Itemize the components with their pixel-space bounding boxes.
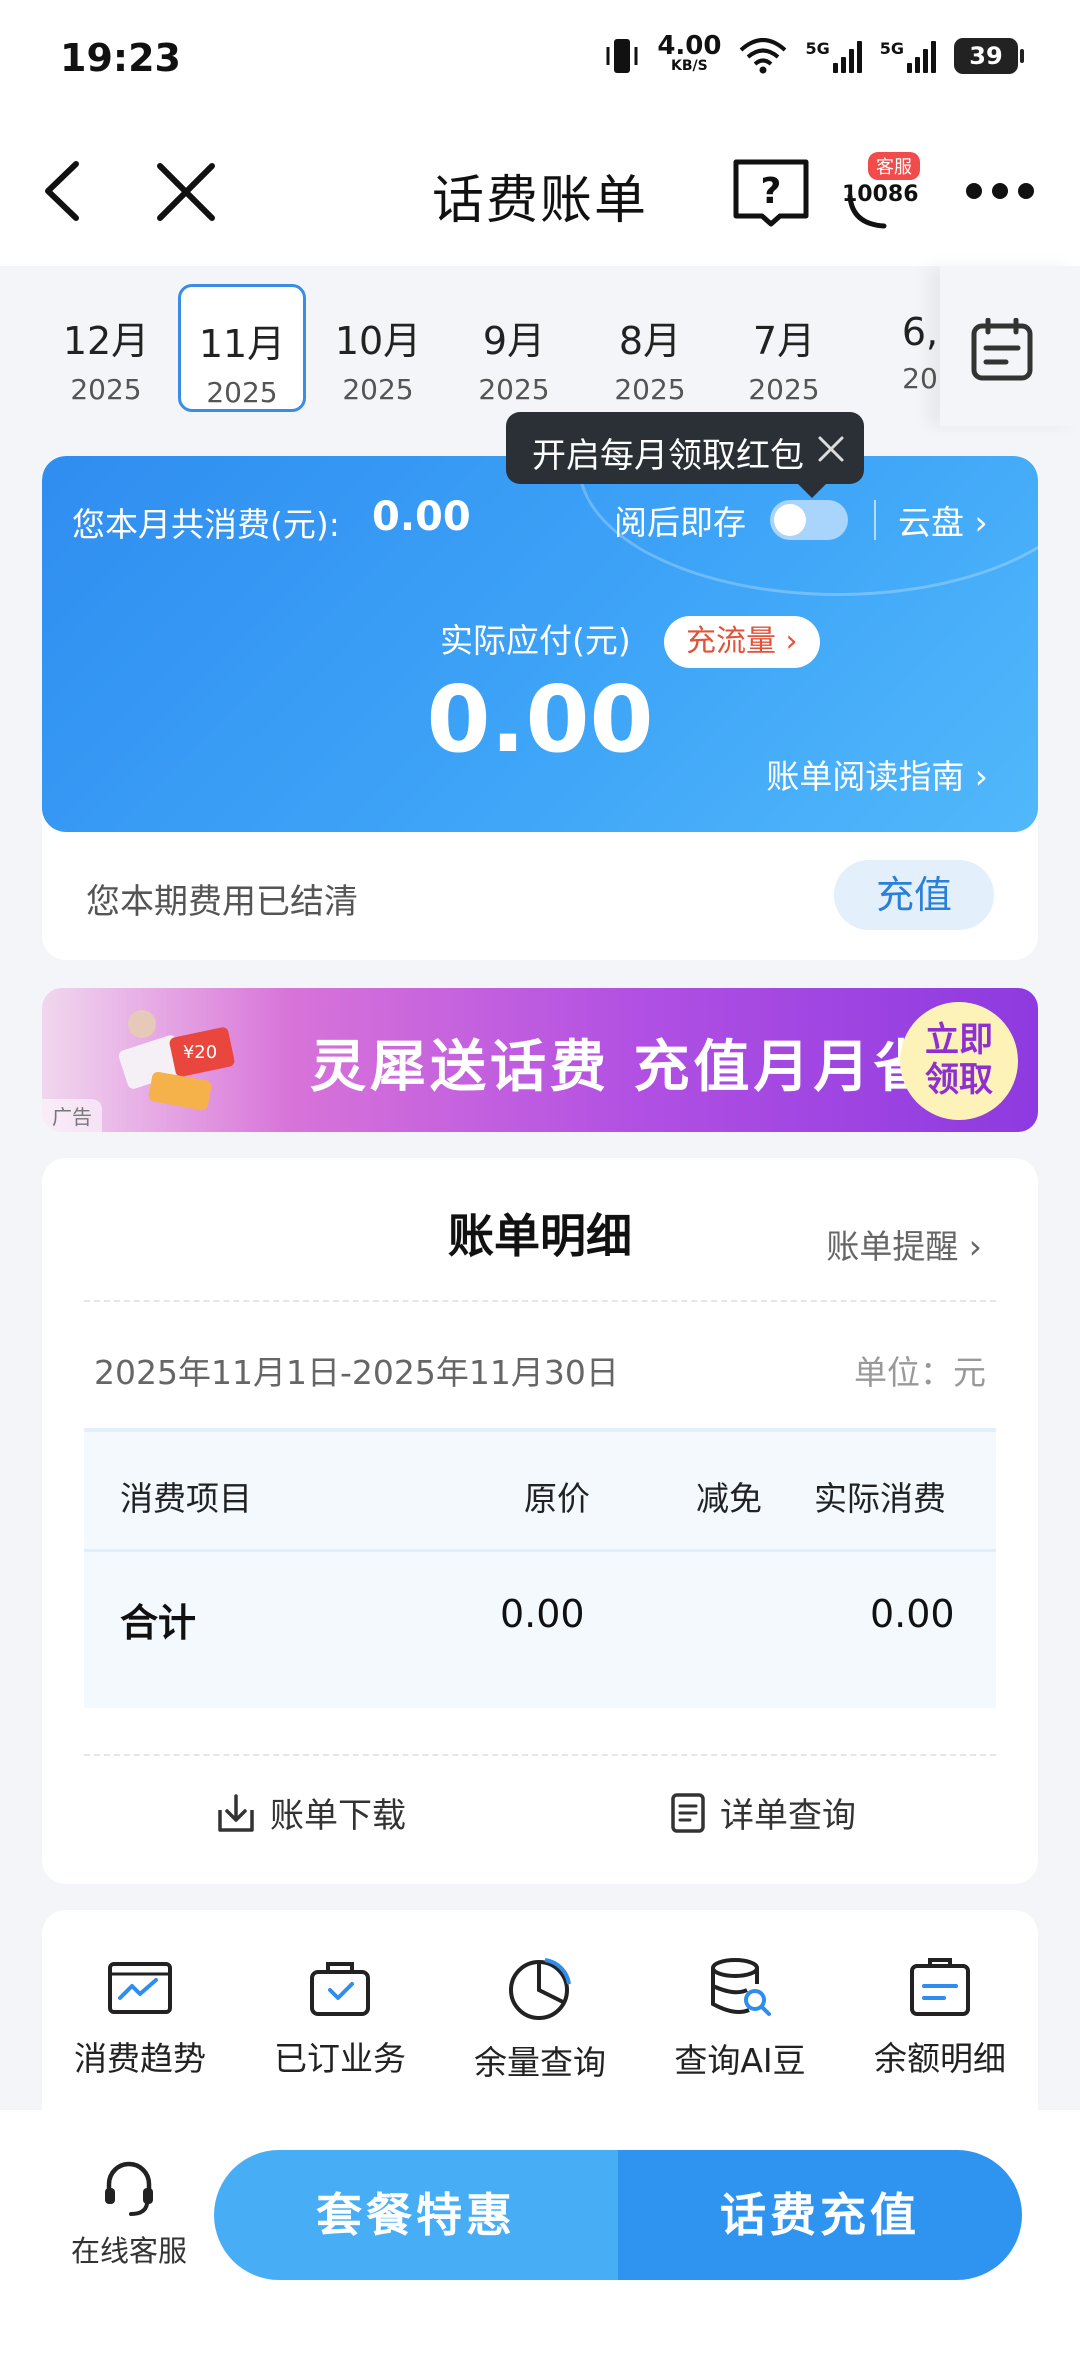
consumption-trend-shortcut[interactable]: 消费趋势: [50, 1956, 230, 2080]
bill-reading-guide-link[interactable]: 账单阅读指南 ›: [766, 750, 988, 798]
claim-now-button[interactable]: 立即 领取: [900, 1002, 1018, 1120]
recharge-button[interactable]: 充值: [834, 860, 994, 930]
svg-text:¥20: ¥20: [183, 1042, 217, 1063]
ai-beans-query-shortcut[interactable]: 查询AI豆: [650, 1956, 830, 2082]
subscribed-services-shortcut[interactable]: 已订业务: [250, 1956, 430, 2080]
total-consumption-value: 0.00: [372, 494, 471, 540]
bill-summary-panel: 您本月共消费(元): 0.00 阅后即存 云盘 › 实际应付(元) 充流量 › …: [42, 456, 1038, 832]
net-speed: 4.00 KB/S: [657, 31, 722, 74]
bill-summary-card: 您本月共消费(元): 0.00 阅后即存 云盘 › 实际应付(元) 充流量 › …: [42, 456, 1038, 960]
table-header: 消费项目 原价 减免 实际消费: [84, 1432, 996, 1552]
column-header: 消费项目: [120, 1479, 252, 1518]
calendar-button[interactable]: [940, 266, 1080, 426]
close-icon[interactable]: [816, 434, 846, 464]
phone-bill-topup-button[interactable]: 话费充值: [618, 2150, 1022, 2280]
actual-payable-label: 实际应付(元): [440, 621, 631, 660]
package-offers-button[interactable]: 套餐特惠: [214, 2150, 618, 2280]
cloud-drive-link[interactable]: 云盘 ›: [898, 496, 988, 544]
help-book-icon[interactable]: ?: [732, 156, 810, 228]
auto-save-label: 阅后即存: [614, 503, 746, 542]
column-header: 减免: [696, 1479, 762, 1518]
status-icons: 4.00 KB/S 5G 5G 39: [605, 31, 1024, 76]
total-consumption-label: 您本月共消费(元):: [72, 505, 340, 544]
trend-icon: [108, 1962, 172, 2014]
top-up-data-button[interactable]: 充流量 ›: [664, 616, 820, 668]
red-packet-tooltip: 开启每月领取红包: [506, 412, 864, 498]
service-shortcuts: 消费趋势 已订业务 余量查询 查询AI豆 余额明细: [42, 1910, 1038, 2110]
ad-text: 灵犀送话费 充值月月省: [310, 1035, 934, 1100]
unit-label: 单位：元: [854, 1353, 986, 1392]
ad-banner[interactable]: ¥20 灵犀送话费 充值月月省 立即 领取 广告: [42, 988, 1038, 1132]
status-bar: 19:23 4.00 KB/S 5G 5G 39: [0, 0, 1080, 116]
column-header: 原价: [524, 1479, 590, 1518]
bill-detail-table: 消费项目 原价 减免 实际消费 合计 0.00 0.00: [84, 1428, 996, 1708]
phone-icon: [847, 193, 887, 229]
status-time: 19:23: [60, 36, 181, 80]
bill-reminder-link[interactable]: 账单提醒 ›: [826, 1220, 982, 1268]
clipboard-icon: [910, 1958, 970, 2016]
more-icon[interactable]: [966, 176, 1036, 206]
auto-save-toggle[interactable]: [770, 500, 848, 540]
settled-status-text: 您本期费用已结清: [86, 882, 358, 922]
calendar-icon: [971, 318, 1033, 381]
month-tab-selected[interactable]: 11月 2025: [178, 284, 306, 412]
briefcase-icon: [310, 1962, 370, 2016]
download-icon: [218, 1793, 254, 1832]
bill-download-button[interactable]: 账单下载: [216, 1788, 406, 1837]
svg-text:?: ?: [761, 171, 782, 212]
month-selector: 12月 2025 11月 2025 10月 2025 9月 2025 8月 20…: [0, 266, 1080, 426]
headset-icon: [105, 2161, 153, 2216]
month-tab[interactable]: 7月 2025: [720, 284, 848, 412]
balance-query-shortcut[interactable]: 余量查询: [450, 1956, 630, 2084]
pie-icon: [509, 1958, 571, 2020]
vibrate-icon: [606, 39, 638, 73]
month-tab[interactable]: 8月 2025: [586, 284, 714, 412]
customer-service-hotline-button[interactable]: 客服 10086: [842, 152, 926, 232]
ad-tag: 广告: [42, 1099, 102, 1132]
column-header: 实际消费: [814, 1479, 946, 1518]
total-row-actual: 0.00: [870, 1592, 955, 1636]
total-row-original: 0.00: [500, 1592, 585, 1636]
tooltip-text: 开启每月领取红包: [532, 436, 804, 476]
wifi-icon: [740, 38, 787, 74]
signal-icon: 5G: [880, 39, 936, 73]
month-tab[interactable]: 10月 2025: [314, 284, 442, 412]
month-tab[interactable]: 9月 2025: [450, 284, 578, 412]
bill-detail-card: 账单明细 账单提醒 › 2025年11月1日-2025年11月30日 单位：元 …: [42, 1158, 1038, 1884]
database-search-icon: [711, 1958, 771, 2016]
list-doc-icon: [671, 1792, 705, 1833]
nav-bar: 话费账单 ? 客服 10086: [0, 116, 1080, 266]
online-customer-service-button[interactable]: 在线客服: [64, 2158, 194, 2270]
ad-illustration: ¥20: [118, 1010, 235, 1111]
bottom-action-bar: 在线客服 套餐特惠 话费充值: [0, 2110, 1080, 2376]
month-tab[interactable]: 12月 2025: [42, 284, 170, 412]
detail-query-button[interactable]: 详单查询: [670, 1788, 856, 1837]
total-row-label: 合计: [120, 1601, 197, 1645]
balance-detail-shortcut[interactable]: 余额明细: [850, 1956, 1030, 2080]
signal-icon: 5G: [805, 39, 862, 73]
battery-icon: 39: [954, 38, 1024, 74]
billing-period: 2025年11月1日-2025年11月30日: [94, 1353, 619, 1392]
